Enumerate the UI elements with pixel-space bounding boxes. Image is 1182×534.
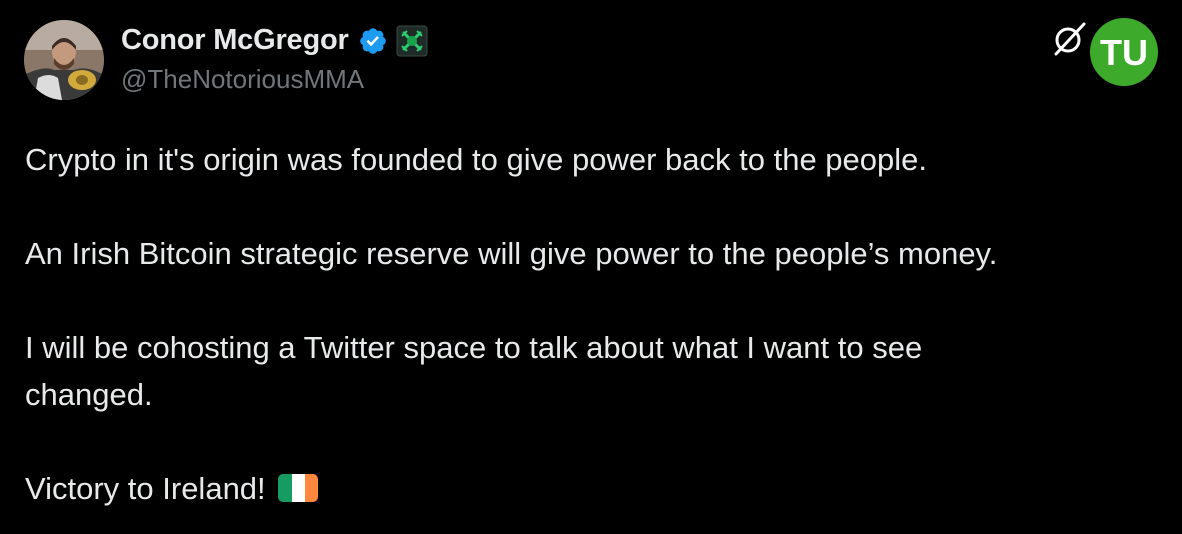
tweet-paragraph-1: Crypto in it's origin was founded to giv… <box>25 142 927 177</box>
display-name[interactable]: Conor McGregor <box>121 24 349 57</box>
avatar[interactable] <box>24 20 104 100</box>
handle[interactable]: @TheNotoriousMMA <box>121 64 428 95</box>
tweet-header: Conor McGregor @TheNotoriousMMA <box>24 20 428 100</box>
name-row: Conor McGregor <box>121 22 428 60</box>
tweet-body: Crypto in it's origin was founded to giv… <box>25 136 1145 512</box>
author-names: Conor McGregor @TheNotoriousMMA <box>121 22 428 95</box>
verified-badge-icon[interactable] <box>358 26 388 56</box>
brand-logo-text: TU <box>1100 32 1148 73</box>
tweet-paragraph-2: An Irish Bitcoin strategic reserve will … <box>25 236 998 271</box>
tweet-paragraph-3: I will be cohosting a Twitter space to t… <box>25 330 923 412</box>
tweet-last-line: Victory to Ireland! <box>25 471 266 506</box>
affiliate-badge-icon[interactable] <box>396 25 428 57</box>
tweet-paragraph-4: Victory to Ireland! <box>25 465 1145 512</box>
avatar-image <box>24 20 104 100</box>
brand-logo-icon: TU <box>1054 18 1164 94</box>
ireland-flag-icon <box>278 474 319 502</box>
